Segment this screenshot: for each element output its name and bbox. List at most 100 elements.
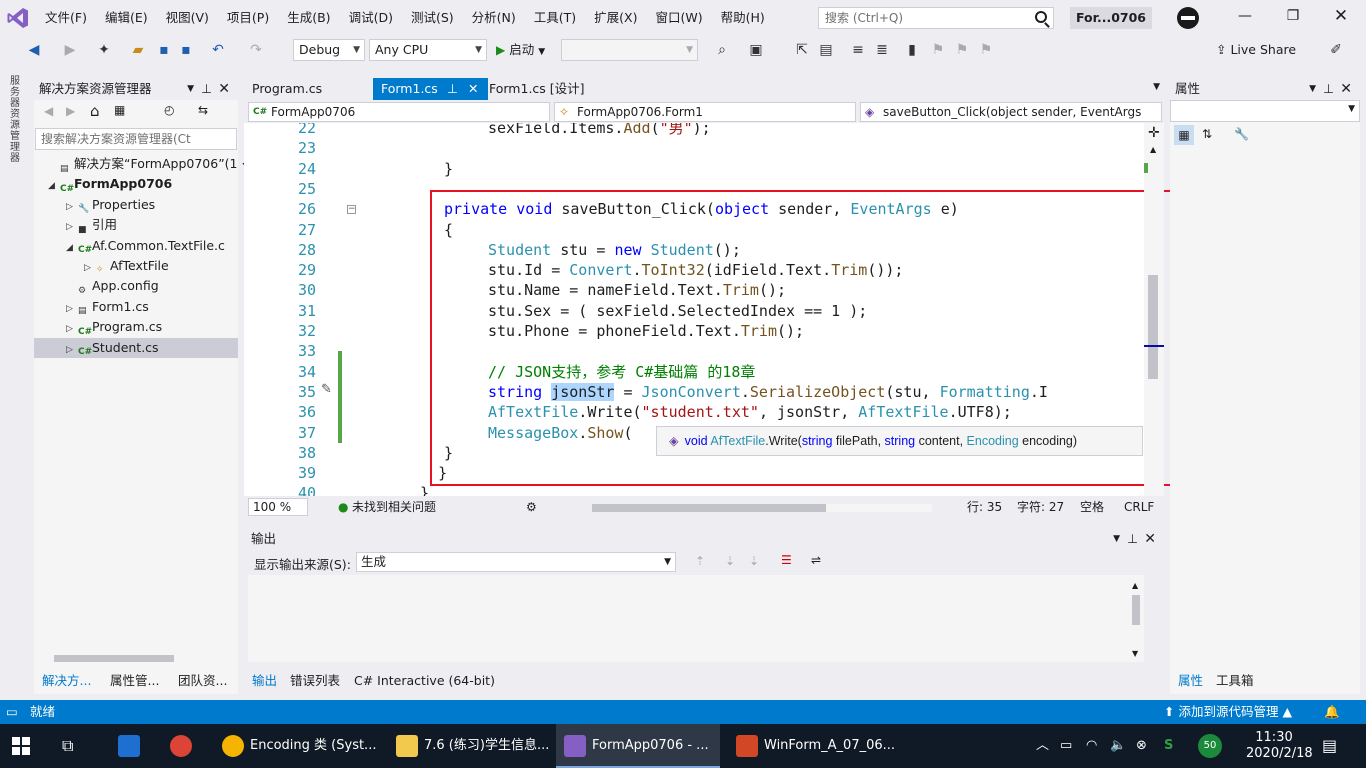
- redo-icon[interactable]: ↷: [248, 42, 264, 58]
- feedback-icon[interactable]: ✐: [1328, 42, 1344, 58]
- expand-icon[interactable]: ▷: [84, 258, 96, 278]
- search-input[interactable]: 搜索 (Ctrl+Q): [818, 7, 1054, 29]
- wifi-icon[interactable]: ◠: [1086, 724, 1097, 768]
- expand-icon[interactable]: ▷: [66, 340, 78, 360]
- left-bottom-tab[interactable]: 团队资...: [172, 670, 233, 692]
- sync-icon[interactable]: ⇆: [198, 103, 208, 117]
- categorized-icon[interactable]: ▦: [1174, 125, 1194, 145]
- undo-icon[interactable]: ↶: [210, 42, 226, 58]
- explorer-app-icon[interactable]: [118, 724, 148, 768]
- comment-icon[interactable]: ≡: [850, 42, 866, 58]
- taskbar-app-folder[interactable]: 7.6 (练习)学生信息...: [388, 724, 552, 768]
- back-icon[interactable]: ◀: [26, 42, 42, 58]
- tab-program-cs[interactable]: Program.cs: [244, 78, 330, 100]
- config-dropdown[interactable]: Debug ▼: [293, 39, 365, 61]
- tab-output[interactable]: 输出: [246, 670, 283, 692]
- alphabetical-icon[interactable]: ⇅: [1202, 127, 1212, 141]
- close-panel-icon[interactable]: ✕: [1340, 78, 1352, 100]
- tree-item[interactable]: ▤ 解决方案“FormApp0706”(1 ·: [34, 154, 245, 174]
- close-tab-icon[interactable]: ✕: [468, 78, 478, 100]
- restore-button[interactable]: ❐: [1278, 8, 1308, 28]
- tree-item[interactable]: ▷ 🔧 Properties: [34, 195, 238, 215]
- switch-view-icon[interactable]: ▦: [114, 103, 125, 117]
- volume-icon[interactable]: 🔈: [1110, 724, 1126, 768]
- word-wrap-icon[interactable]: ⇌: [811, 553, 821, 567]
- server-explorer-tab[interactable]: 服务器资源管理器: [10, 76, 24, 164]
- forward-icon[interactable]: ▶: [66, 104, 75, 118]
- split-icon[interactable]: ✛: [1148, 125, 1160, 141]
- properties-object-dropdown[interactable]: ▼: [1170, 100, 1360, 122]
- taskbar-app-powerpoint[interactable]: WinForm_A_07_06...: [728, 724, 895, 768]
- clear-bookmark-icon[interactable]: ⚑: [978, 42, 994, 58]
- task-view-icon[interactable]: ⧉: [62, 724, 92, 768]
- expand-icon[interactable]: ◢: [66, 238, 78, 258]
- pin-icon[interactable]: ⊥: [201, 78, 212, 100]
- tab-form1-designer[interactable]: Form1.cs [设计]: [481, 78, 593, 100]
- menu-item[interactable]: 工具(T): [525, 0, 585, 36]
- tray-network-icon[interactable]: ▭: [1060, 724, 1072, 768]
- expand-icon[interactable]: ◢: [48, 176, 60, 196]
- tab-csharp-interactive[interactable]: C# Interactive (64-bit): [348, 670, 501, 692]
- goto-prev-icon[interactable]: ⇡: [695, 554, 705, 568]
- open-file-icon[interactable]: ▰: [130, 42, 146, 58]
- project-dropdown[interactable]: C# FormApp0706: [248, 102, 550, 122]
- tray-close-icon[interactable]: ⊗: [1136, 724, 1147, 768]
- tree-item[interactable]: ▷ ■ 引用: [34, 215, 238, 235]
- solution-search-input[interactable]: 搜索解决方案资源管理器(Ct: [35, 128, 237, 150]
- clock[interactable]: 11:30 2020/2/18: [1246, 724, 1313, 768]
- output-text-area[interactable]: ▲ ▼: [248, 575, 1144, 662]
- chrome-app-icon[interactable]: [170, 724, 200, 768]
- account-avatar[interactable]: [1177, 7, 1199, 29]
- source-control-button[interactable]: ⬆ 添加到源代码管理 ▲: [1164, 700, 1292, 724]
- notification-bell-icon[interactable]: 🔔: [1324, 700, 1340, 724]
- expand-icon[interactable]: ▷: [66, 217, 78, 237]
- menu-item[interactable]: 生成(B): [278, 0, 339, 36]
- tree-item[interactable]: ▷ ▤ Form1.cs: [34, 297, 238, 317]
- code-line[interactable]: sexField.Items.Add("男");: [488, 123, 711, 138]
- tree-item[interactable]: ▷ C#Student.cs: [34, 337, 238, 360]
- step-icon[interactable]: ⇱: [794, 42, 810, 58]
- menu-item[interactable]: 帮助(H): [712, 0, 774, 36]
- horizontal-scrollbar[interactable]: [40, 652, 232, 664]
- menu-item[interactable]: 扩展(X): [585, 0, 646, 36]
- tree-item[interactable]: ◢ C#FormApp0706: [34, 174, 238, 194]
- collapse-icon[interactable]: −: [347, 205, 356, 214]
- live-share-button[interactable]: ⇪ Live Share: [1216, 42, 1296, 58]
- minimize-button[interactable]: —: [1230, 8, 1260, 28]
- bookmark-icon[interactable]: ▮: [904, 42, 920, 58]
- pin-icon[interactable]: ⊥: [1323, 78, 1334, 100]
- tree-item[interactable]: ⚙ App.config: [34, 276, 238, 296]
- vertical-scrollbar[interactable]: ✛ ▲: [1144, 123, 1164, 496]
- start-button[interactable]: ▶ 启动 ▼: [496, 42, 545, 58]
- pending-changes-icon[interactable]: ◴: [164, 103, 174, 117]
- tab-overflow-icon[interactable]: ▼: [1153, 82, 1160, 92]
- tray-app-icon[interactable]: S: [1164, 724, 1173, 768]
- action-center-icon[interactable]: ▤: [1322, 724, 1337, 768]
- filter-icon[interactable]: ⚙: [526, 496, 537, 518]
- tray-badge[interactable]: 50: [1198, 724, 1222, 768]
- menu-item[interactable]: 分析(N): [463, 0, 525, 36]
- taskbar-app-visualstudio[interactable]: FormApp0706 - ...: [556, 724, 720, 768]
- goto-next-icon[interactable]: ⇣: [725, 554, 735, 568]
- menu-item[interactable]: 调试(D): [340, 0, 402, 36]
- tray-expand-icon[interactable]: ︿: [1036, 724, 1050, 768]
- menu-item[interactable]: 项目(P): [218, 0, 278, 36]
- save-all-icon[interactable]: ▪: [178, 42, 194, 58]
- forward-icon[interactable]: ▶: [62, 42, 78, 58]
- member-dropdown[interactable]: ◈ saveButton_Click(object sender, EventAr…: [860, 102, 1162, 122]
- close-panel-icon[interactable]: ✕: [218, 78, 230, 100]
- clear-all-icon[interactable]: ☰: [781, 553, 792, 567]
- tree-item[interactable]: ▷ C#Program.cs: [34, 317, 238, 337]
- menu-item[interactable]: 窗口(W): [646, 0, 711, 36]
- start-button[interactable]: [12, 724, 42, 768]
- tree-item[interactable]: ◢ C#Af.Common.TextFile.c: [34, 236, 238, 256]
- code-horizontal-scrollbar[interactable]: [592, 504, 932, 512]
- code-line[interactable]: }: [444, 159, 453, 179]
- tab-form1-cs[interactable]: Form1.cs ⊥ ✕: [373, 78, 488, 100]
- left-bottom-tab[interactable]: 属性管...: [104, 670, 165, 692]
- find-icon[interactable]: ⌕: [714, 42, 730, 58]
- tab-toolbox[interactable]: 工具箱: [1210, 670, 1260, 692]
- tree-item[interactable]: ▷ ✧ AfTextFile: [34, 256, 238, 276]
- tab-properties[interactable]: 属性: [1172, 670, 1209, 692]
- code-line[interactable]: }: [402, 483, 429, 496]
